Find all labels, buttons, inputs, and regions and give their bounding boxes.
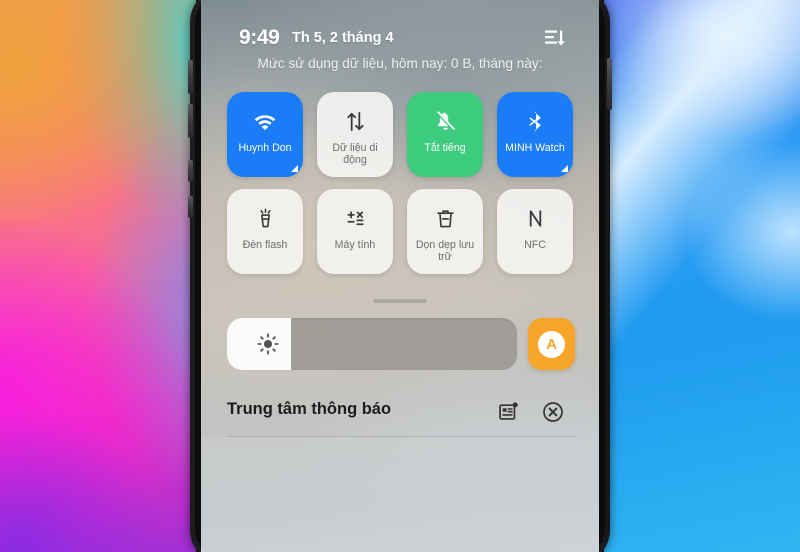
panel-drag-handle[interactable] <box>373 299 427 303</box>
mobile-data-icon <box>344 92 367 142</box>
brightness-row: A <box>227 318 575 370</box>
tile-label: Máy tính <box>334 239 376 251</box>
wallpaper-left <box>0 0 196 552</box>
calculator-icon <box>344 189 367 239</box>
side-button-extra-2[interactable] <box>188 196 193 218</box>
tile-flashlight[interactable]: Đèn flash <box>227 189 303 274</box>
notification-list-empty <box>201 437 599 552</box>
bluetooth-icon <box>524 92 547 142</box>
status-bar: 9:49 Th 5, 2 tháng 4 <box>201 26 599 56</box>
brightness-slider[interactable] <box>227 318 517 370</box>
storage-cleanup-icon <box>434 189 457 239</box>
clear-all-icon[interactable] <box>542 401 564 423</box>
notification-center-title: Trung tâm thông báo <box>227 400 392 418</box>
sort-reorder-icon[interactable] <box>544 28 566 48</box>
phone-screen: 9:49 Th 5, 2 tháng 4 Mức sử dụng dữ liệu… <box>201 0 599 552</box>
wifi-icon <box>252 92 278 142</box>
tile-mute[interactable]: Tắt tiếng <box>407 92 483 177</box>
tile-label: MINH Watch <box>505 142 565 154</box>
notification-center-header: Trung tâm thông báo <box>227 398 575 432</box>
tile-label: Tắt tiếng <box>424 142 466 154</box>
tile-storage-cleanup[interactable]: Dọn dẹp lưu trữ <box>407 189 483 274</box>
flashlight-icon <box>254 189 277 239</box>
tile-label: Huynh Don <box>238 142 292 154</box>
quick-settings-grid: Huynh Don Dữ liệu di động Tắt tiếng MINH… <box>227 92 575 274</box>
tile-label: Dữ liệu di động <box>332 142 378 167</box>
volume-up-button[interactable] <box>188 60 193 94</box>
notification-settings-icon[interactable] <box>498 401 519 422</box>
tile-label: NFC <box>524 239 546 251</box>
tile-label: Dọn dẹp lưu trữ <box>415 239 475 264</box>
tile-label: Đèn flash <box>242 239 288 251</box>
brightness-sun-icon <box>257 333 279 355</box>
volume-down-button[interactable] <box>188 104 193 138</box>
clock: 9:49 <box>239 26 280 49</box>
auto-brightness-label: A <box>538 330 565 358</box>
tile-bluetooth[interactable]: MINH Watch <box>497 92 573 177</box>
date-label: Th 5, 2 tháng 4 <box>292 30 394 46</box>
nfc-icon <box>524 189 547 239</box>
bell-mute-icon <box>434 92 457 142</box>
wallpaper-right <box>604 0 800 552</box>
side-button-extra-1[interactable] <box>188 160 193 182</box>
tile-detail-flag[interactable] <box>561 165 568 172</box>
tile-calculator[interactable]: Máy tính <box>317 189 393 274</box>
tile-wifi[interactable]: Huynh Don <box>227 92 303 177</box>
auto-brightness-button[interactable]: A <box>528 318 575 370</box>
phone-device: 9:49 Th 5, 2 tháng 4 Mức sử dụng dữ liệu… <box>188 0 612 552</box>
data-usage-label: Mức sử dụng dữ liệu, hôm nay: 0 B, tháng… <box>257 56 543 71</box>
tile-nfc[interactable]: NFC <box>497 189 573 274</box>
power-button[interactable] <box>607 58 612 110</box>
tile-detail-flag[interactable] <box>291 165 298 172</box>
screenshot-stage: 9:49 Th 5, 2 tháng 4 Mức sử dụng dữ liệu… <box>0 0 800 552</box>
tile-mobile-data[interactable]: Dữ liệu di động <box>317 92 393 177</box>
